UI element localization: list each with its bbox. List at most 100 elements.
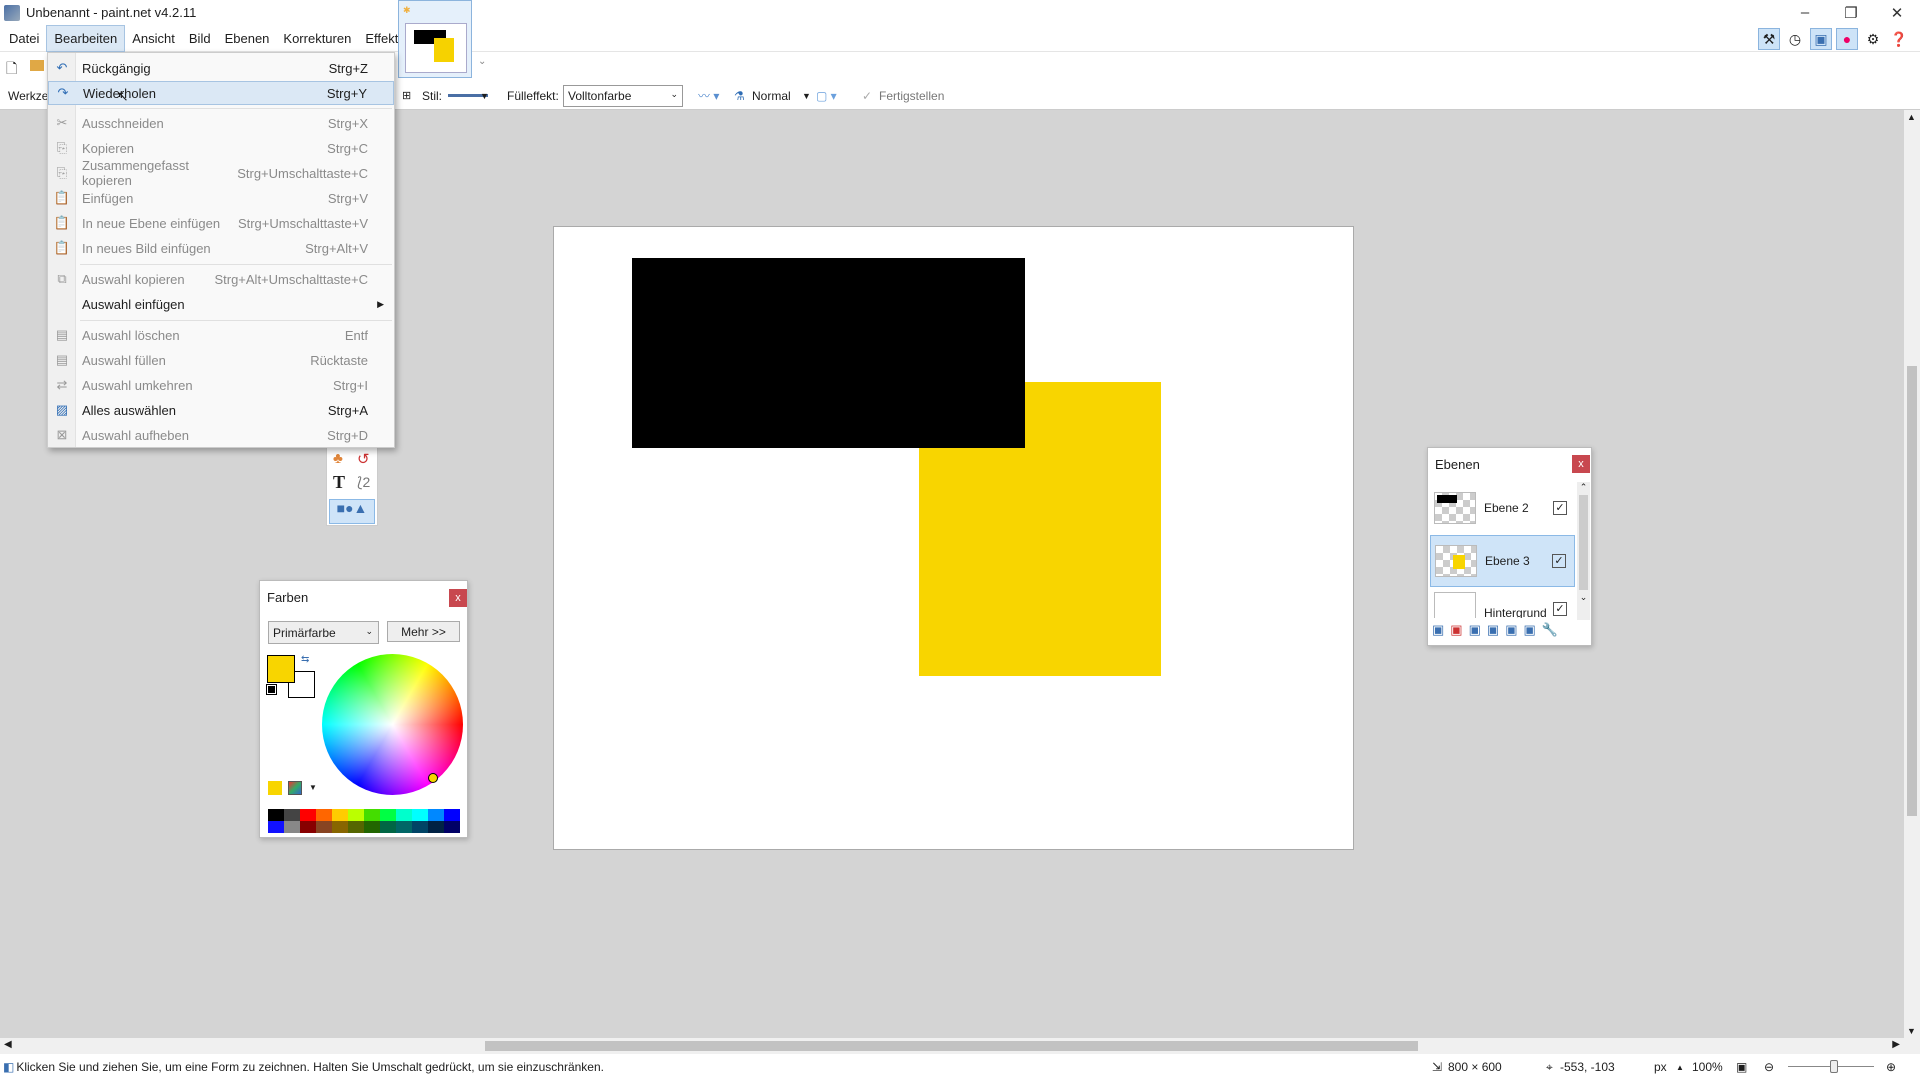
menu-korrekturen[interactable]: Korrekturen <box>276 26 358 51</box>
layer-properties-icon[interactable]: 🔧 <box>1542 622 1558 642</box>
layer-visibility-checkbox[interactable]: ✓ <box>1553 602 1567 616</box>
close-button[interactable]: ✕ <box>1874 0 1920 25</box>
menu-ebenen[interactable]: Ebenen <box>218 26 277 51</box>
zoom-level[interactable]: 100% <box>1692 1060 1723 1074</box>
palette-swatch[interactable] <box>444 809 460 821</box>
menu-item-invert-selection[interactable]: ⇄Auswahl umkehrenStrg+I <box>48 373 394 397</box>
menu-item-paste-new-image[interactable]: 📋In neues Bild einfügenStrg+Alt+V <box>48 236 394 260</box>
layer-row-hintergrund[interactable]: Hintergrund ✓ <box>1430 588 1575 618</box>
menu-bearbeiten[interactable]: Bearbeiten <box>46 25 125 52</box>
history-icon[interactable]: ◷ <box>1784 28 1806 50</box>
swap-colors-icon[interactable]: ⇆ <box>301 654 309 665</box>
color-wheel-handle[interactable] <box>428 773 438 783</box>
menu-item-copy-merged[interactable]: ⎘Zusammengefasst kopierenStrg+Umschaltta… <box>48 161 394 185</box>
scroll-left-icon[interactable]: ◀ <box>4 1039 12 1050</box>
menu-item-erase-selection[interactable]: ▤Auswahl löschenEntf <box>48 323 394 347</box>
add-palette-color-icon[interactable] <box>268 781 282 795</box>
more-button[interactable]: Mehr >> <box>387 621 460 642</box>
palette-swatch[interactable] <box>364 821 380 833</box>
scroll-right-icon[interactable]: ▶ <box>1892 1039 1900 1050</box>
menu-item-undo[interactable]: ↶RückgängigStrg+Z <box>48 56 394 80</box>
palette-swatch[interactable] <box>268 821 284 833</box>
menu-datei[interactable]: Datei <box>2 26 46 51</box>
move-layer-up-icon[interactable]: ▣ <box>1505 622 1517 642</box>
palette-swatch[interactable] <box>332 809 348 821</box>
palette-swatch[interactable] <box>396 809 412 821</box>
palette-swatch[interactable] <box>348 821 364 833</box>
scroll-down-icon[interactable]: ⌄ <box>1577 592 1590 603</box>
duplicate-layer-icon[interactable]: ▣ <box>1469 622 1481 642</box>
palette-swatch[interactable] <box>316 809 332 821</box>
style-chevron-icon[interactable]: ▼ <box>480 91 489 101</box>
fill-select[interactable]: Volltonfarbe⌄ <box>563 85 683 107</box>
color-mode-select[interactable]: Primärfarbe⌄ <box>268 621 379 644</box>
menu-item-paste-new-layer[interactable]: 📋In neue Ebene einfügenStrg+Umschalttast… <box>48 211 394 235</box>
blend-mode-icon[interactable]: ⚗ <box>734 89 745 103</box>
scroll-thumb[interactable] <box>1579 495 1588 590</box>
zoom-out-icon[interactable]: ⊖ <box>1764 1060 1774 1074</box>
menu-item-fill-selection[interactable]: ▤Auswahl füllenRücktaste <box>48 348 394 372</box>
layer-visibility-checkbox[interactable]: ✓ <box>1553 501 1567 515</box>
menu-item-paste-selection[interactable]: Auswahl einfügen▶ <box>48 292 394 316</box>
dropdown-arrow-icon[interactable]: ⌄ <box>478 56 486 67</box>
palette-swatch[interactable] <box>284 821 300 833</box>
clone-stamp-tool-icon[interactable]: ♣ <box>333 450 343 467</box>
layers-close-button[interactable]: x <box>1572 455 1590 473</box>
text-tool-icon[interactable]: T <box>333 472 345 493</box>
shapes-tool-icon[interactable]: ■●▲ <box>329 499 375 524</box>
open-file-icon[interactable] <box>30 60 44 71</box>
menu-item-copy[interactable]: ⎘KopierenStrg+C <box>48 136 394 160</box>
help-icon[interactable]: ❓ <box>1888 28 1910 50</box>
palette-menu-icon[interactable] <box>288 781 302 795</box>
colors-close-button[interactable]: x <box>449 589 467 607</box>
zoom-slider-thumb[interactable] <box>1830 1060 1838 1073</box>
menu-bild[interactable]: Bild <box>182 26 218 51</box>
expand-icon[interactable]: ⊞ <box>402 89 411 102</box>
layers-toggle-icon[interactable]: ▣ <box>1810 28 1832 50</box>
restore-button[interactable]: ❐ <box>1828 0 1874 25</box>
palette-swatch[interactable] <box>332 821 348 833</box>
palette-chevron-icon[interactable]: ▼ <box>309 783 317 792</box>
palette-swatch[interactable] <box>412 809 428 821</box>
palette-swatch[interactable] <box>348 809 364 821</box>
scroll-down-icon[interactable]: ▼ <box>1907 1026 1916 1036</box>
vertical-scroll-thumb[interactable] <box>1907 366 1917 816</box>
recolor-tool-icon[interactable]: ↺ <box>357 450 370 468</box>
horizontal-scroll-thumb[interactable] <box>485 1041 1418 1051</box>
color-palette[interactable] <box>268 809 460 833</box>
layers-scrollbar[interactable]: ⌃⌄ <box>1577 482 1590 620</box>
move-layer-down-icon[interactable]: ▣ <box>1523 622 1535 642</box>
tool-label[interactable]: Werkze <box>8 89 48 103</box>
menu-item-redo[interactable]: ↷WiederholenStrg+Y <box>48 81 394 105</box>
horizontal-scrollbar[interactable]: ◀ ▶ <box>0 1038 1920 1054</box>
fit-window-icon[interactable]: ▣ <box>1736 1060 1747 1074</box>
zoom-in-icon[interactable]: ⊕ <box>1886 1060 1896 1074</box>
vertical-scrollbar[interactable]: ▲ ▼ <box>1904 110 1920 1038</box>
minimize-button[interactable]: – <box>1782 0 1828 25</box>
unit-chevron-icon[interactable]: ▲ <box>1676 1063 1684 1072</box>
palette-swatch[interactable] <box>316 821 332 833</box>
selection-mode-icon[interactable]: ▢ ▾ <box>816 89 837 103</box>
primary-color-swatch[interactable] <box>267 655 295 683</box>
merge-layer-down-icon[interactable]: ▣ <box>1487 622 1499 642</box>
new-file-icon[interactable]: 🗋 <box>6 58 17 82</box>
palette-swatch[interactable] <box>428 821 444 833</box>
palette-swatch[interactable] <box>412 821 428 833</box>
palette-swatch[interactable] <box>284 809 300 821</box>
menu-ansicht[interactable]: Ansicht <box>125 26 182 51</box>
colors-toggle-icon[interactable]: ● <box>1836 28 1858 50</box>
scroll-up-icon[interactable]: ⌃ <box>1577 482 1590 493</box>
layer-row-ebene-2[interactable]: Ebene 2 ✓ <box>1430 482 1575 534</box>
palette-swatch[interactable] <box>364 809 380 821</box>
image-thumbnail-tab[interactable]: ✱ <box>398 0 472 78</box>
palette-swatch[interactable] <box>396 821 412 833</box>
zoom-slider[interactable] <box>1788 1066 1874 1067</box>
menu-item-select-all[interactable]: ▨Alles auswählenStrg+A <box>48 398 394 422</box>
settings-icon[interactable]: ⚙ <box>1862 28 1884 50</box>
layer-row-ebene-3[interactable]: Ebene 3 ✓ <box>1430 535 1575 587</box>
finish-button[interactable]: Fertigstellen <box>879 89 944 103</box>
scroll-up-icon[interactable]: ▲ <box>1907 112 1916 122</box>
tools-toggle-icon[interactable]: ⚒ <box>1758 28 1780 50</box>
blend-chevron-icon[interactable]: ▼ <box>802 91 811 101</box>
palette-swatch[interactable] <box>380 809 396 821</box>
